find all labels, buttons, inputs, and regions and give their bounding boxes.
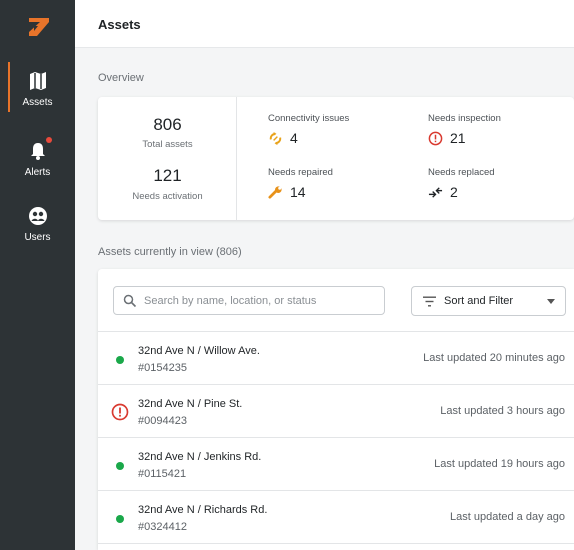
total-assets-label: Total assets [142,139,193,150]
chevron-down-icon [547,299,555,304]
search-icon [123,294,137,308]
sidebar-item-alerts[interactable]: Alerts [0,140,75,196]
replace-icon [428,186,443,198]
asset-id: #0094423 [138,415,187,427]
sidebar-item-label: Users [24,232,51,243]
stat-label: Needs replaced [428,167,495,178]
filter-icon [423,296,436,307]
list-item[interactable]: 32nd Ave N / Pine St. #0094423 Last upda… [98,385,574,438]
list-item[interactable]: 32nd Ave N / Jenkins Rd. #0115421 Last u… [98,438,574,491]
connectivity-icon [269,131,282,145]
sidebar-item-assets[interactable]: Assets [0,70,75,126]
sort-filter-label: Sort and Filter [444,295,514,307]
assets-list-heading: Assets currently in view (806) [98,246,242,258]
search-field[interactable] [113,286,385,315]
stat-needs-inspection[interactable]: Needs inspection 21 [428,113,501,146]
search-input[interactable] [144,292,379,310]
stat-connectivity-issues[interactable]: Connectivity issues 4 [268,113,349,146]
last-updated: Last updated a day ago [450,511,565,523]
stat-value: 2 [450,184,458,200]
asset-name: 32nd Ave N / Jenkins Rd. [138,451,262,463]
list-item[interactable]: 32nd Ave N / Richards Rd. #0324412 Last … [98,491,574,544]
page-title: Assets [98,17,141,32]
last-updated: Last updated 19 hours ago [434,458,565,470]
asset-id: #0154235 [138,362,187,374]
stat-needs-replaced[interactable]: Needs replaced 2 [428,167,495,200]
last-updated: Last updated 3 hours ago [440,405,565,417]
warning-icon [428,131,443,145]
sidebar-item-users[interactable]: Users [0,205,75,261]
overview-totals: 806 Total assets 121 Needs activation [98,97,237,220]
assets-list-card: Sort and Filter 32nd Ave N / Willow Ave.… [98,269,574,550]
overview-heading: Overview [98,72,144,84]
list-item[interactable]: 32nd Ave N / Willow Ave. #0154235 Last u… [98,332,574,385]
overview-card: 806 Total assets 121 Needs activation Co… [98,97,574,220]
stat-label: Needs inspection [428,113,501,124]
stat-needs-repaired[interactable]: Needs repaired 14 [268,167,333,200]
stat-value: 21 [450,130,466,146]
stat-label: Needs repaired [268,167,333,178]
logo-icon [29,18,49,36]
asset-name: 32nd Ave N / Richards Rd. [138,504,268,516]
asset-name: 32nd Ave N / Pine St. [138,398,243,410]
stat-label: Connectivity issues [268,113,350,124]
stat-value: 4 [290,130,298,146]
asset-name: 32nd Ave N / Willow Ave. [138,345,260,357]
sidebar-item-label: Alerts [24,167,51,178]
header: Assets [75,0,574,48]
sidebar: Assets Alerts Users [0,0,75,550]
status-ok-icon [116,356,124,364]
total-assets-value: 806 [153,115,182,134]
needs-activation-value: 121 [153,166,182,185]
bell-icon [30,143,45,160]
asset-id: #0324412 [138,521,187,533]
asset-id: #0115421 [138,468,187,480]
stat-value: 14 [290,184,306,200]
status-ok-icon [116,515,124,523]
map-icon [29,72,46,90]
warning-icon [111,403,129,421]
status-ok-icon [116,462,124,470]
last-updated: Last updated 20 minutes ago [423,352,565,364]
wrench-icon [268,185,282,199]
sort-filter-button[interactable]: Sort and Filter [411,286,566,316]
users-icon [28,207,47,225]
sidebar-item-label: Assets [22,97,53,108]
needs-activation-label: Needs activation [132,191,203,202]
